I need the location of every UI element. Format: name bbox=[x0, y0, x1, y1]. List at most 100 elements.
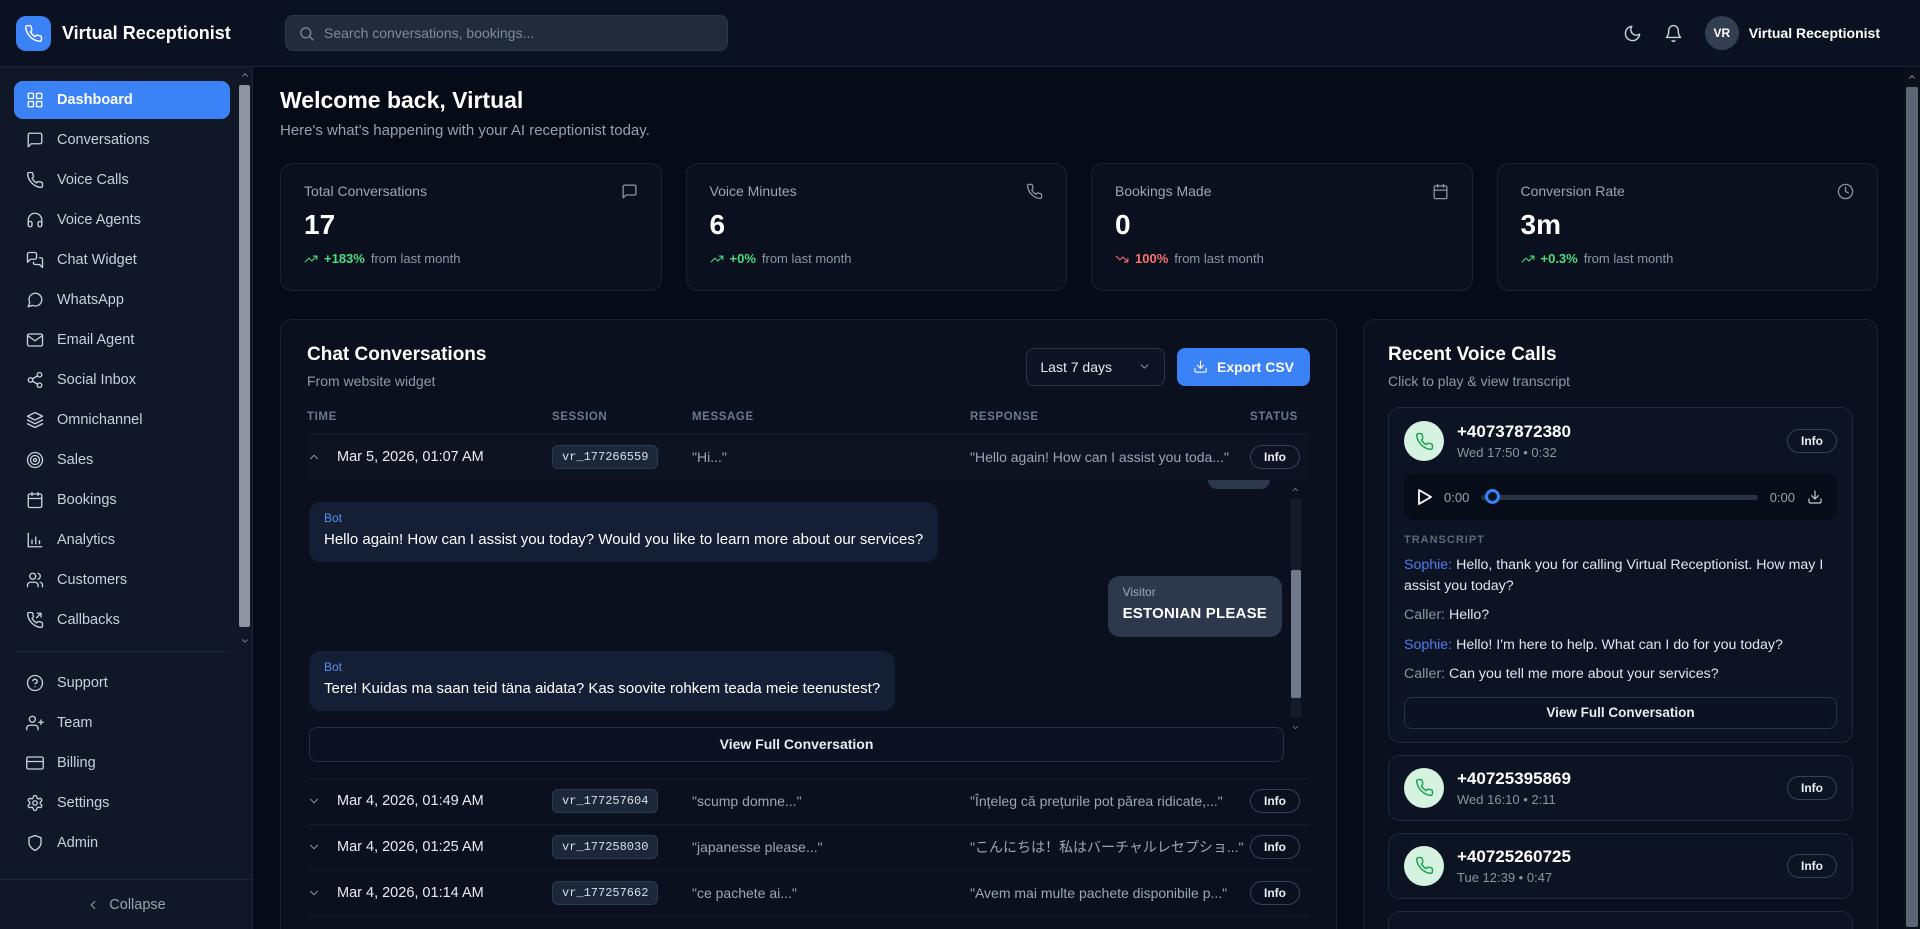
table-row[interactable]: Mar 4, 2026, 01:14 AM vr_177257662 "ce p… bbox=[307, 871, 1310, 917]
stat-value: 6 bbox=[710, 209, 1044, 241]
chevron-down-icon[interactable] bbox=[307, 840, 337, 854]
cell-response: "Înțeleg că prețurile pot părea ridicate… bbox=[970, 793, 1250, 809]
sidebar-collapse-button[interactable]: Collapse bbox=[0, 879, 252, 929]
sidebar-item-callbacks[interactable]: Callbacks bbox=[14, 601, 230, 639]
sidebar-item-label: Voice Agents bbox=[57, 212, 141, 228]
top-header: Virtual Receptionist VR Virtual Receptio… bbox=[0, 0, 1920, 67]
bell-icon bbox=[1664, 24, 1683, 43]
table-row[interactable]: Mar 4, 2026, 01:25 AM vr_177258030 "japa… bbox=[307, 825, 1310, 871]
search-input[interactable] bbox=[324, 25, 715, 41]
call-avatar bbox=[1404, 768, 1444, 808]
transcript-line: Sophie: Hello, thank you for calling Vir… bbox=[1404, 555, 1837, 596]
sidebar-item-omnichannel[interactable]: Omnichannel bbox=[14, 401, 230, 439]
info-badge[interactable]: Info bbox=[1787, 854, 1837, 878]
phone-icon bbox=[1415, 856, 1434, 875]
date-range-select[interactable]: Last 7 days bbox=[1026, 348, 1165, 386]
clock-icon bbox=[1837, 183, 1854, 200]
cell-response: "こんにちは！私はバーチャルレセプショ..." bbox=[970, 837, 1250, 857]
conversation-scrollbar[interactable] bbox=[1289, 482, 1302, 734]
info-badge[interactable]: Info bbox=[1250, 881, 1300, 905]
play-button[interactable] bbox=[1418, 489, 1432, 505]
info-badge[interactable]: Info bbox=[1787, 429, 1837, 453]
scrollbar-thumb[interactable] bbox=[239, 85, 250, 627]
scroll-up-icon[interactable] bbox=[1904, 69, 1920, 85]
sidebar-item-analytics[interactable]: Analytics bbox=[14, 521, 230, 559]
scroll-up-icon[interactable] bbox=[1289, 482, 1302, 496]
chevron-down-icon[interactable] bbox=[307, 886, 337, 900]
sidebar-item-social-inbox[interactable]: Social Inbox bbox=[14, 361, 230, 399]
sidebar-item-sales[interactable]: Sales bbox=[14, 441, 230, 479]
scroll-down-icon[interactable] bbox=[1289, 720, 1302, 734]
call-number: +40725260725 bbox=[1457, 847, 1571, 867]
scrollbar-thumb[interactable] bbox=[1906, 87, 1918, 927]
slider-track bbox=[1481, 495, 1757, 500]
sidebar-scrollbar[interactable] bbox=[238, 67, 251, 659]
table-row[interactable]: Mar 4, 2026, 01:49 AM vr_177257604 "scum… bbox=[307, 779, 1310, 825]
sidebar-item-team[interactable]: Team bbox=[14, 704, 230, 742]
trend-text: from last month bbox=[1174, 251, 1264, 266]
user-menu[interactable]: VR Virtual Receptionist bbox=[1705, 16, 1880, 50]
transcript-speaker: Caller: bbox=[1404, 607, 1445, 623]
gear-icon bbox=[26, 794, 44, 812]
sidebar-item-chat-widget[interactable]: Chat Widget bbox=[14, 241, 230, 279]
export-csv-button[interactable]: Export CSV bbox=[1177, 348, 1310, 386]
voice-call-card[interactable]: +40725395869 Wed 16:10 • 2:11 Info bbox=[1388, 755, 1853, 821]
sidebar-item-voice-calls[interactable]: Voice Calls bbox=[14, 161, 230, 199]
view-full-conversation-button[interactable]: View Full Conversation bbox=[1404, 697, 1837, 729]
transcript-speaker: Caller: bbox=[1404, 666, 1445, 682]
user-plus-icon bbox=[26, 714, 44, 732]
cell-time: Mar 5, 2026, 01:07 AM bbox=[337, 449, 552, 465]
info-badge[interactable]: Info bbox=[1250, 789, 1300, 813]
scrollbar-thumb[interactable] bbox=[1291, 570, 1301, 698]
sidebar-item-dashboard[interactable]: Dashboard bbox=[14, 81, 230, 119]
sidebar-item-email-agent[interactable]: Email Agent bbox=[14, 321, 230, 359]
info-badge[interactable]: Info bbox=[1787, 776, 1837, 800]
sidebar-item-settings[interactable]: Settings bbox=[14, 784, 230, 822]
sidebar-item-bookings[interactable]: Bookings bbox=[14, 481, 230, 519]
sidebar-item-label: Conversations bbox=[57, 132, 150, 148]
sidebar-item-conversations[interactable]: Conversations bbox=[14, 121, 230, 159]
info-badge[interactable]: Info bbox=[1250, 445, 1300, 469]
message-square-icon bbox=[621, 183, 638, 200]
transcript-label: TRANSCRIPT bbox=[1404, 534, 1837, 546]
global-search[interactable] bbox=[285, 15, 728, 51]
sidebar-item-whatsapp[interactable]: WhatsApp bbox=[14, 281, 230, 319]
slider-thumb[interactable] bbox=[1485, 489, 1500, 504]
trend-text: from last month bbox=[371, 251, 461, 266]
sidebar-item-voice-agents[interactable]: Voice Agents bbox=[14, 201, 230, 239]
brand-logo bbox=[16, 16, 51, 51]
call-meta: Wed 17:50 • 0:32 bbox=[1457, 445, 1571, 460]
view-full-conversation-button[interactable]: View Full Conversation bbox=[309, 727, 1284, 762]
chevron-down-icon bbox=[1138, 360, 1151, 373]
download-recording-button[interactable] bbox=[1807, 489, 1823, 505]
chat-bubble-bot: Bot Tere! Kuidas ma saan teid täna aidat… bbox=[309, 651, 895, 711]
voice-call-card[interactable]: +40725260725 Tue 12:39 • 0:47 Info bbox=[1388, 833, 1853, 899]
sidebar-item-admin[interactable]: Admin bbox=[14, 824, 230, 862]
sidebar-item-label: WhatsApp bbox=[57, 292, 124, 308]
stat-card-voice-minutes: Voice Minutes 6 +0% from last month bbox=[686, 163, 1068, 291]
sidebar-item-label: Email Agent bbox=[57, 332, 134, 348]
table-row[interactable]: Mar 5, 2026, 01:07 AM vr_177266559 "Hi..… bbox=[307, 434, 1310, 480]
transcript-line: Caller: Can you tell me more about your … bbox=[1404, 664, 1837, 685]
sidebar-item-label: Team bbox=[57, 715, 92, 731]
transcript-line: Sophie: Hello! I'm here to help. What ca… bbox=[1404, 635, 1837, 656]
voice-call-card[interactable] bbox=[1388, 911, 1853, 929]
info-badge[interactable]: Info bbox=[1250, 835, 1300, 859]
message-square-icon bbox=[26, 131, 44, 149]
window-scrollbar[interactable] bbox=[1904, 67, 1920, 929]
theme-toggle-button[interactable] bbox=[1623, 24, 1642, 43]
sidebar-item-label: Analytics bbox=[57, 532, 115, 548]
sidebar-item-billing[interactable]: Billing bbox=[14, 744, 230, 782]
sidebar-item-support[interactable]: Support bbox=[14, 664, 230, 702]
chevron-up-icon[interactable] bbox=[307, 450, 337, 464]
sidebar-item-customers[interactable]: Customers bbox=[14, 561, 230, 599]
chevron-down-icon[interactable] bbox=[307, 794, 337, 808]
seek-slider[interactable] bbox=[1481, 489, 1757, 505]
table-row[interactable] bbox=[307, 917, 1310, 929]
scroll-up-icon[interactable] bbox=[238, 67, 251, 83]
scroll-down-icon[interactable] bbox=[238, 633, 251, 649]
cell-time: Mar 4, 2026, 01:25 AM bbox=[337, 839, 552, 855]
voice-call-card[interactable]: +40737872380 Wed 17:50 • 0:32 Info 0:00 … bbox=[1388, 407, 1853, 743]
notifications-button[interactable] bbox=[1664, 24, 1683, 43]
sidebar-nav: Dashboard Conversations Voice Calls Voic… bbox=[0, 67, 252, 872]
